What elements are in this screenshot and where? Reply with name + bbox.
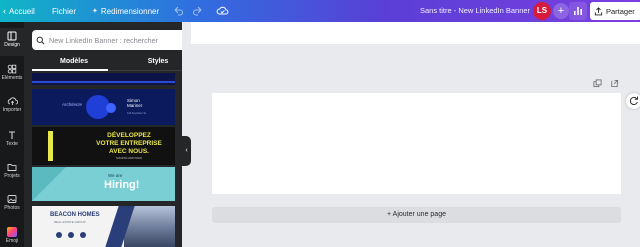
insights-button[interactable] <box>569 2 587 20</box>
rail-label-elements: Éléments <box>1 75 23 81</box>
undo-icon[interactable] <box>172 5 184 17</box>
panel-tabs: Modèles Styles <box>32 55 182 69</box>
rail-item-projects[interactable]: Projets <box>0 162 24 188</box>
templates-panel: New LinkedIn Banner : rechercher Modèles… <box>24 22 182 247</box>
refresh-icon <box>629 96 638 106</box>
image-icon <box>7 195 17 203</box>
template-thumbnail-hiring[interactable]: We are Hiring! <box>32 167 175 201</box>
left-rail: Design Éléments Importer Texte Projets P… <box>0 22 24 247</box>
folder-icon <box>7 164 17 171</box>
sparkle-icon: ✦ <box>92 8 98 15</box>
top-bar: ‹ Accueil Fichier ✦ Redimensionner Sans … <box>0 0 640 22</box>
decorative-triangle <box>32 167 66 201</box>
template-thumbnail-beacon[interactable]: BEACON HOMES REAL ESTATE GROUP <box>32 206 175 247</box>
template-thumbnail-entreprise[interactable]: DÉVELOPPEZ VOTRE ENTREPRISE AVEC NOUS. S… <box>32 127 175 165</box>
rail-label-photos: Photos <box>4 205 20 211</box>
template-small-text: 123 Anywhere St. <box>127 112 147 115</box>
refresh-button[interactable] <box>626 93 640 109</box>
upload-cloud-icon <box>7 97 18 105</box>
collapse-panel-button[interactable]: ‹ <box>182 136 191 166</box>
share-button[interactable]: Partager <box>590 2 640 20</box>
avatar[interactable]: LS <box>533 2 551 20</box>
rail-label-projects: Projets <box>4 173 20 179</box>
template-brand-sub: REAL ESTATE GROUP <box>54 220 86 224</box>
search-icon <box>36 36 45 44</box>
template-heading-1: DÉVELOPPEZ <box>107 132 151 139</box>
template-thumbnail[interactable] <box>32 73 175 85</box>
add-collaborator-button[interactable]: + <box>553 3 569 19</box>
document-title[interactable]: Sans titre - New LinkedIn Banner <box>420 0 530 22</box>
shapes-icon <box>7 64 17 74</box>
decorative-dot <box>80 232 86 238</box>
add-page-icon[interactable] <box>610 79 619 88</box>
rail-item-text[interactable]: Texte <box>0 130 24 156</box>
redo-icon[interactable] <box>192 5 204 17</box>
home-button[interactable]: ‹ Accueil <box>3 0 35 22</box>
active-tab-indicator <box>32 69 108 71</box>
cloud-save-icon[interactable] <box>216 5 229 17</box>
template-name: Simon Mariner <box>127 98 143 108</box>
file-menu-button[interactable]: Fichier <box>52 0 76 22</box>
template-brand: BEACON HOMES <box>50 212 100 218</box>
tab-styles[interactable]: Styles <box>116 55 182 69</box>
template-pretitle: We are <box>108 173 123 178</box>
decorative-bar <box>48 131 53 161</box>
resize-label: Redimensionner <box>100 6 160 16</box>
home-label: Accueil <box>9 6 35 16</box>
rail-label-upload: Importer <box>2 107 22 113</box>
editor-toolbar <box>191 22 640 44</box>
template-heading-3: AVEC NOUS. <box>109 148 149 155</box>
search-input[interactable]: New LinkedIn Banner : rechercher <box>49 36 182 45</box>
add-page-button[interactable]: + Ajouter une page <box>212 207 621 223</box>
share-label: Partager <box>606 6 635 16</box>
rail-label-emoji: Emoji <box>5 238 19 244</box>
tab-templates[interactable]: Modèles <box>32 55 116 69</box>
emoji-icon <box>7 227 17 237</box>
bar-chart-icon <box>574 7 582 15</box>
duplicate-page-icon[interactable] <box>593 79 602 88</box>
rail-item-design[interactable]: Design <box>0 28 24 56</box>
rail-item-photos[interactable]: Photos <box>0 194 24 220</box>
decorative-circle <box>106 103 116 113</box>
template-title: Hiring! <box>104 179 140 191</box>
rail-label-text: Texte <box>6 141 18 147</box>
text-icon <box>9 131 15 139</box>
design-canvas[interactable] <box>212 93 621 194</box>
rail-label-design: Design <box>4 42 20 48</box>
rail-item-elements[interactable]: Éléments <box>0 64 24 90</box>
search-box[interactable]: New LinkedIn Banner : rechercher <box>32 30 182 50</box>
layout-icon <box>7 31 17 41</box>
template-heading-2: VOTRE ENTREPRISE <box>96 140 162 147</box>
template-thumbnail-architect[interactable]: Architecte Simon Mariner 123 Anywhere St… <box>32 89 175 125</box>
decorative-dot <box>68 232 74 238</box>
template-subtext: SOCIÉTÉ MARCHAND <box>115 157 143 160</box>
resize-button[interactable]: ✦ Redimensionner <box>92 0 159 22</box>
rail-item-upload[interactable]: Importer <box>0 96 24 122</box>
template-role: Architecte <box>62 102 83 107</box>
decorative-dot <box>56 232 62 238</box>
upload-icon <box>594 6 603 15</box>
rail-item-emoji[interactable]: Emoji <box>0 227 24 247</box>
file-label: Fichier <box>52 6 77 16</box>
chevron-left-icon: ‹ <box>3 6 6 16</box>
